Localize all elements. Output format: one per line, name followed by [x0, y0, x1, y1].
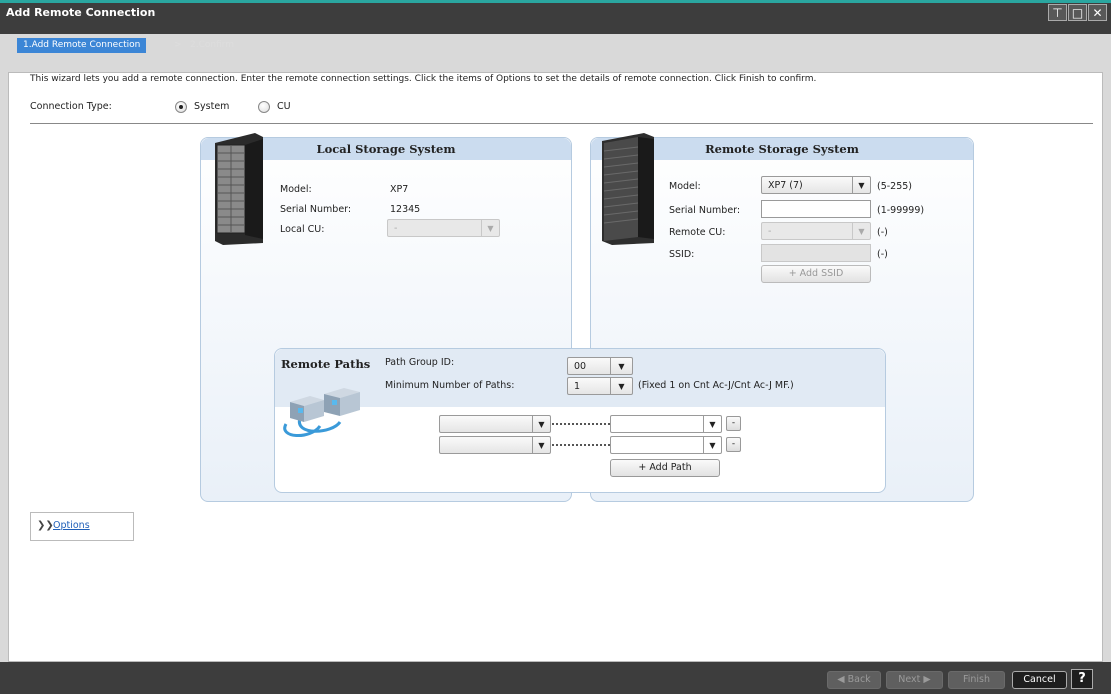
- connection-type-system-radio[interactable]: [175, 101, 187, 113]
- remote-model-label: Model:: [669, 181, 701, 192]
- remove-path-button-1[interactable]: -: [726, 416, 741, 431]
- add-ssid-button[interactable]: + Add SSID: [761, 265, 871, 283]
- remote-storage-server-icon: [602, 133, 654, 245]
- connection-type-cu-label: CU: [277, 101, 291, 112]
- local-serial-value: 12345: [390, 204, 421, 215]
- double-chevron-down-icon: ❯❯: [37, 520, 54, 531]
- remove-path-button-2[interactable]: -: [726, 437, 741, 452]
- remote-ssid-range: (-): [877, 249, 888, 260]
- remote-serial-input[interactable]: [761, 200, 871, 218]
- chevron-down-icon: ▼: [852, 223, 870, 239]
- back-button[interactable]: ◀ Back: [827, 671, 881, 689]
- chevron-down-icon: ▼: [481, 220, 499, 236]
- next-button[interactable]: Next ▶: [886, 671, 943, 689]
- window-title: Add Remote Connection: [6, 6, 156, 19]
- path-group-select[interactable]: 00 ▼: [567, 357, 633, 375]
- close-icon[interactable]: ✕: [1088, 4, 1107, 21]
- local-port-select-2[interactable]: ▼: [439, 436, 551, 454]
- connection-type-label: Connection Type:: [30, 101, 112, 112]
- chevron-down-icon: ▼: [610, 378, 632, 394]
- chevron-down-icon: ▼: [610, 358, 632, 374]
- finish-button[interactable]: Finish: [948, 671, 1005, 689]
- remote-paths-icon: [283, 388, 360, 438]
- help-button[interactable]: ?: [1071, 669, 1093, 689]
- wizard-step-2: 2.Confirm: [190, 40, 235, 50]
- chevron-down-icon: ▼: [852, 177, 870, 193]
- min-paths-note: (Fixed 1 on Cnt Ac-J/Cnt Ac-J MF.): [638, 380, 794, 391]
- chevron-down-icon: ▼: [532, 416, 550, 432]
- remote-cu-value: -: [768, 226, 772, 237]
- add-path-button[interactable]: + Add Path: [610, 459, 720, 477]
- chevron-down-icon: ▼: [703, 437, 721, 453]
- remote-port-select-1[interactable]: ▼: [610, 415, 722, 433]
- path-connector-1: [552, 423, 610, 425]
- footer-bar: [0, 662, 1111, 694]
- local-cu-select[interactable]: - ▼: [387, 219, 500, 237]
- remote-ssid-input[interactable]: [761, 244, 871, 262]
- title-bar: Add Remote Connection ⊤ □ ✕: [0, 0, 1111, 34]
- path-group-value: 00: [574, 361, 587, 372]
- local-serial-label: Serial Number:: [280, 204, 352, 215]
- min-paths-label: Minimum Number of Paths:: [385, 380, 515, 391]
- chevron-down-icon: ▼: [532, 437, 550, 453]
- remote-model-value: XP7 (7): [768, 180, 803, 191]
- options-toggle[interactable]: ❯❯ Options: [30, 512, 134, 541]
- wizard-description: This wizard lets you add a remote connec…: [30, 74, 817, 84]
- local-model-value: XP7: [390, 184, 409, 195]
- maximize-icon[interactable]: □: [1068, 4, 1087, 21]
- options-link[interactable]: Options: [53, 520, 90, 531]
- remote-cu-label: Remote CU:: [669, 227, 726, 238]
- min-paths-value: 1: [574, 381, 581, 392]
- remote-serial-range: (1-99999): [877, 205, 925, 216]
- wizard-step-separator: >: [174, 40, 182, 50]
- local-cu-value: -: [394, 223, 398, 234]
- remote-cu-select[interactable]: - ▼: [761, 222, 871, 240]
- remote-model-range: (5-255): [877, 181, 913, 192]
- remote-paths-title: Remote Paths: [281, 357, 371, 371]
- min-paths-select[interactable]: 1 ▼: [567, 377, 633, 395]
- local-cu-label: Local CU:: [280, 224, 325, 235]
- path-group-label: Path Group ID:: [385, 357, 455, 368]
- connection-type-system-label: System: [194, 101, 230, 112]
- cancel-button[interactable]: Cancel: [1012, 671, 1067, 689]
- remote-serial-label: Serial Number:: [669, 205, 741, 216]
- local-model-label: Model:: [280, 184, 312, 195]
- remote-cu-range: (-): [877, 227, 888, 238]
- remote-ssid-label: SSID:: [669, 249, 695, 260]
- chevron-down-icon: ▼: [703, 416, 721, 432]
- pin-icon[interactable]: ⊤: [1048, 4, 1067, 21]
- remote-port-select-2[interactable]: ▼: [610, 436, 722, 454]
- divider: [30, 123, 1093, 124]
- wizard-step-1: 1.Add Remote Connection: [17, 38, 147, 53]
- local-port-select-1[interactable]: ▼: [439, 415, 551, 433]
- remote-model-select[interactable]: XP7 (7) ▼: [761, 176, 871, 194]
- local-storage-server-icon: [215, 133, 263, 245]
- path-connector-2: [552, 444, 610, 446]
- window-controls: ⊤ □ ✕: [1048, 4, 1107, 21]
- connection-type-cu-radio[interactable]: [258, 101, 270, 113]
